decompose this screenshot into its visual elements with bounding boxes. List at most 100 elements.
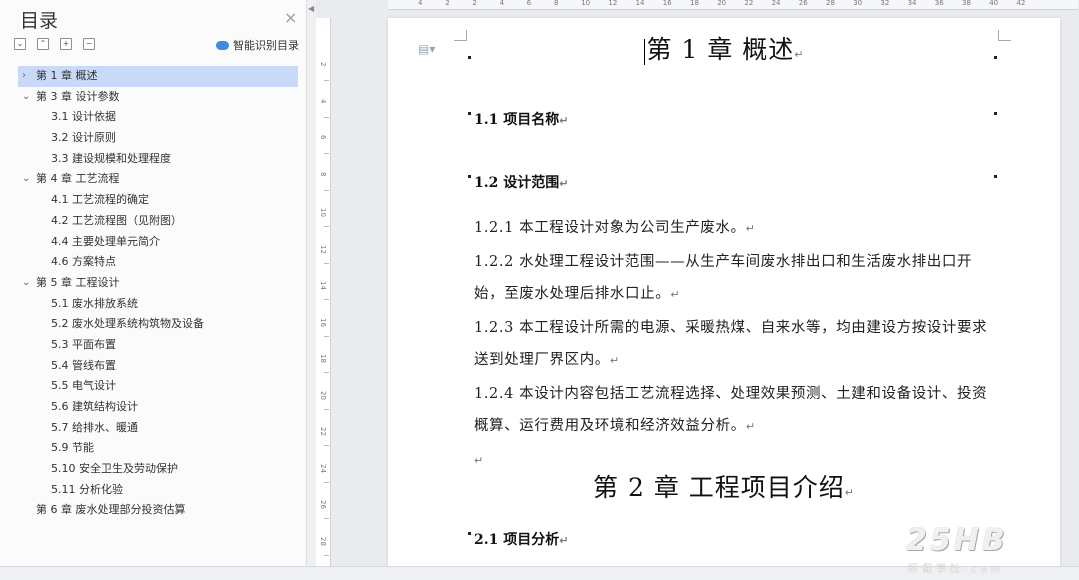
chapter-1-heading[interactable]: 第 1 章 概述↵ [388,30,1060,66]
ruler-number: 26 [319,500,327,509]
toc-item[interactable]: 5.2 废水处理系统构筑物及设备 [18,314,298,335]
ruler-number: 28 [826,0,835,7]
close-icon[interactable]: × [284,8,297,27]
ruler-number: 36 [934,0,944,7]
ruler-number: 4 [499,0,505,7]
ruler-number: 6 [319,135,327,140]
toc-item[interactable]: 5.7 给排水、暖通 [18,418,298,439]
text-cursor [643,38,645,65]
ruler-number: 4 [319,98,327,103]
watermark-text: 环保学社·com [908,564,1005,575]
toc-item-label: 第 4 章 工艺流程 [36,172,120,186]
toc-item[interactable]: 第 6 章 废水处理部分投资估算 [18,500,298,521]
ruler-number: 18 [319,354,327,363]
ruler-number: 30 [853,0,863,7]
ruler-number: 10 [581,0,591,7]
ruler-number: 24 [771,0,781,7]
toc-item-label: 4.6 方案特点 [51,255,116,269]
section-1-2-heading[interactable]: 1.2 设计范围↵ [474,172,568,192]
chevron-down-icon[interactable]: ⌄ [22,169,30,190]
ruler-tick [324,335,329,337]
layout-mark [994,175,997,178]
vertical-ruler[interactable]: 2 4 6 8 10 12 14 16 18 20 22 24 26 28 [316,18,331,566]
ruler-tick [324,189,329,191]
smart-toc-button[interactable]: 智能识别目录 [216,37,299,53]
ruler-number: 18 [690,0,699,7]
toc-item[interactable]: 3.1 设计依据 [18,107,298,128]
toc-item[interactable]: ⌄ 第 4 章 工艺流程 [18,169,298,190]
ruler-number: 8 [554,0,559,7]
ruler-tick [324,153,329,154]
toc-item[interactable]: 5.5 电气设计 [18,376,298,397]
toc-item-label: 5.5 电气设计 [51,379,116,393]
ruler-number: 2 [319,62,327,67]
toc-list: › 第 1 章 概述 ⌄ 第 3 章 设计参数 3.1 设计依据 3.2 设计原则 3.3 … [18,66,298,521]
toc-item-label: 3.2 设计原则 [51,131,116,145]
paragraph[interactable]: 1.2.1 本工程设计对象为公司生产废水。↵ 1.2.2 水处理工程设计范围——… [474,212,994,477]
chapter-2-heading[interactable]: 第 2 章 工程项目介绍↵ [388,468,1060,504]
toc-item-label: 第 5 章 工程设计 [36,275,120,289]
ruler-number: 22 [319,427,327,436]
toc-item[interactable]: 5.4 管线布置 [18,356,298,377]
toc-item[interactable]: › 第 1 章 概述 [18,66,298,87]
toc-item[interactable]: 4.4 主要处理单元简介 [18,232,298,253]
toc-item[interactable]: 4.6 方案特点 [18,252,298,273]
chevron-down-icon[interactable]: ⌄ [22,87,30,108]
ruler-tick [324,299,329,300]
toc-item[interactable]: 4.1 工艺流程的确定 [18,190,298,211]
section-1-1-heading[interactable]: 1.1 项目名称↵ [474,109,568,129]
toc-item[interactable]: 3.3 建设规模和处理程度 [18,149,298,170]
ruler-number: 38 [962,0,971,7]
ruler-number: 8 [319,171,327,176]
chevron-right-icon[interactable]: › [22,66,26,87]
page-margin-right [1062,18,1079,566]
toc-item-label: 3.3 建设规模和处理程度 [51,151,171,165]
remove-level-icon[interactable]: − [83,38,95,50]
collapse-all-icon[interactable]: ⌄ [14,38,26,50]
ruler-tick [324,226,329,227]
toc-item[interactable]: 5.11 分析化验 [18,480,298,501]
toc-item-label: 5.11 分析化验 [51,482,123,496]
toc-item-label: 4.1 工艺流程的确定 [51,193,149,207]
ruler-number: 16 [319,317,327,327]
watermark-logo: 25HB [906,523,1008,558]
toc-item-label: 5.7 给排水、暖通 [51,420,138,434]
add-level-icon[interactable]: + [60,38,72,50]
horizontal-ruler[interactable]: 4 2 2 4 6 8 10 12 14 16 18 20 22 24 26 28 30 32 34 36 38 40 42 [388,0,1078,10]
ruler-tick [324,445,329,446]
layout-mark [468,532,471,535]
toc-item[interactable]: ⌄ 第 5 章 工程设计 [18,273,298,294]
toc-item[interactable]: 3.2 设计原则 [18,128,298,149]
document-page[interactable]: ▤▾ 第 1 章 概述↵ 1.1 项目名称↵ 1.2 设计范围↵ 1.2.1 本… [388,18,1060,573]
ruler-number: 14 [319,281,327,290]
toc-item-label: 5.4 管线布置 [51,358,116,372]
site-watermark: 25HB 环保学社·com [906,523,1078,575]
toc-item[interactable]: 5.9 节能 [18,438,298,459]
collapse-arrow-icon[interactable]: ◀ [308,4,314,13]
ruler-number: 32 [880,0,890,7]
toc-item-label: 5.2 废水处理系统构筑物及设备 [51,317,204,331]
ruler-tick [324,408,329,410]
toc-item[interactable]: 5.1 废水排放系统 [18,294,298,315]
ruler-number: 10 [319,208,327,217]
ruler-number: 4 [418,0,423,7]
ruler-tick [324,372,329,373]
chevron-down-icon[interactable]: ⌄ [22,273,30,294]
toc-item[interactable]: 5.10 安全卫生及劳动保护 [18,459,298,480]
toc-item[interactable]: 5.3 平面布置 [18,335,298,356]
ruler-tick [324,481,329,483]
toc-item-label: 3.1 设计依据 [51,110,116,124]
sidebar-splitter[interactable]: ◀ [307,0,316,566]
toc-item[interactable]: 5.6 建筑结构设计 [18,397,298,418]
ruler-number: 14 [635,0,645,7]
section-2-1-heading[interactable]: 2.1 项目分析↵ [474,529,568,549]
toc-item-label: 5.10 安全卫生及劳动保护 [51,462,178,476]
ruler-number: 22 [744,0,754,7]
toc-item[interactable]: ⌄ 第 3 章 设计参数 [18,87,298,108]
ruler-number: 20 [319,390,327,400]
ruler-number: 42 [1016,0,1026,7]
toc-item-label: 第 3 章 设计参数 [36,89,120,103]
ruler-number: 12 [608,0,618,7]
toc-item[interactable]: 4.2 工艺流程图（见附图） [18,211,298,232]
expand-up-icon[interactable]: ⌃ [37,38,49,50]
